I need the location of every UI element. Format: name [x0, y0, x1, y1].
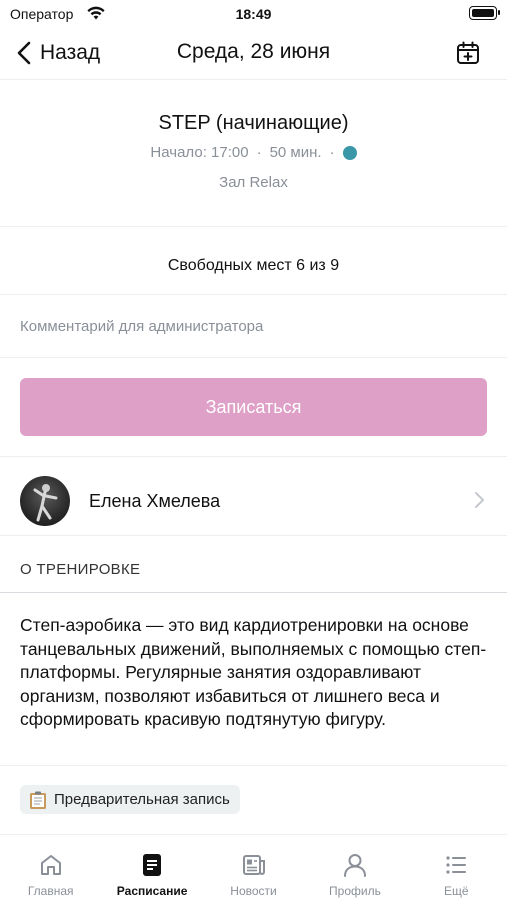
tab-news[interactable]: Новости [203, 835, 304, 900]
chevron-right-icon [475, 492, 484, 508]
meta-separator: · [256, 144, 262, 161]
tab-label: Главная [27, 884, 74, 898]
battery-icon [469, 6, 500, 20]
admin-comment-input[interactable] [20, 306, 487, 346]
clipboard-icon [30, 791, 46, 809]
profile-icon [343, 854, 366, 877]
status-bar: Оператор 18:49 [0, 0, 507, 28]
tab-label: Расписание [116, 884, 188, 898]
tab-more[interactable]: Ещё [406, 835, 507, 900]
divider [0, 592, 507, 593]
meta-separator: · [329, 144, 335, 161]
status-time: 18:49 [235, 6, 272, 22]
trainer-photo [33, 484, 58, 522]
status-dot-icon [342, 145, 357, 160]
class-title: STEP (начинающие) [158, 112, 349, 134]
tab-label: Профиль [329, 884, 381, 898]
tab-bar: Главная Расписание Новости Профиль Ещё [0, 834, 507, 900]
avatar [20, 476, 70, 526]
chevron-left-icon [17, 41, 31, 65]
preregistration-badge: Предварительная запись [20, 785, 240, 814]
nav-bar: Назад Среда, 28 июня [0, 28, 507, 78]
divider [0, 294, 507, 295]
news-icon [242, 855, 265, 875]
schedule-icon [143, 854, 162, 876]
more-icon [446, 856, 467, 874]
divider [0, 226, 507, 227]
back-button[interactable]: Назад [14, 38, 100, 68]
class-meta: Начало: 17:00 · 50 мин. · [0, 144, 507, 161]
class-duration: 50 мин. [269, 144, 322, 161]
badge-label: Предварительная запись [54, 791, 230, 808]
home-icon [40, 855, 61, 875]
calendar-plus-icon[interactable] [455, 40, 481, 66]
divider [0, 535, 507, 536]
trainer-name: Елена Хмелева [89, 491, 221, 511]
tab-label: Ещё [444, 884, 469, 898]
tab-profile[interactable]: Профиль [304, 835, 405, 900]
divider [0, 79, 507, 80]
tab-home[interactable]: Главная [0, 835, 101, 900]
tab-label: Новости [230, 884, 277, 898]
divider [0, 765, 507, 766]
divider [0, 456, 507, 457]
class-description: Степ-аэробика — это вид кардиотренировки… [20, 615, 487, 729]
trainer-row[interactable]: Елена Хмелева [0, 467, 507, 535]
section-header-about: О ТРЕНИРОВКЕ [20, 561, 141, 578]
signup-button[interactable]: Записаться [20, 378, 487, 436]
free-places-label: Свободных мест 6 из 9 [167, 257, 340, 274]
back-label: Назад [40, 41, 101, 64]
tab-schedule[interactable]: Расписание [101, 835, 202, 900]
divider [0, 357, 507, 358]
class-start-time: Начало: 17:00 [150, 144, 249, 161]
class-hall: Зал Relax [219, 174, 288, 191]
